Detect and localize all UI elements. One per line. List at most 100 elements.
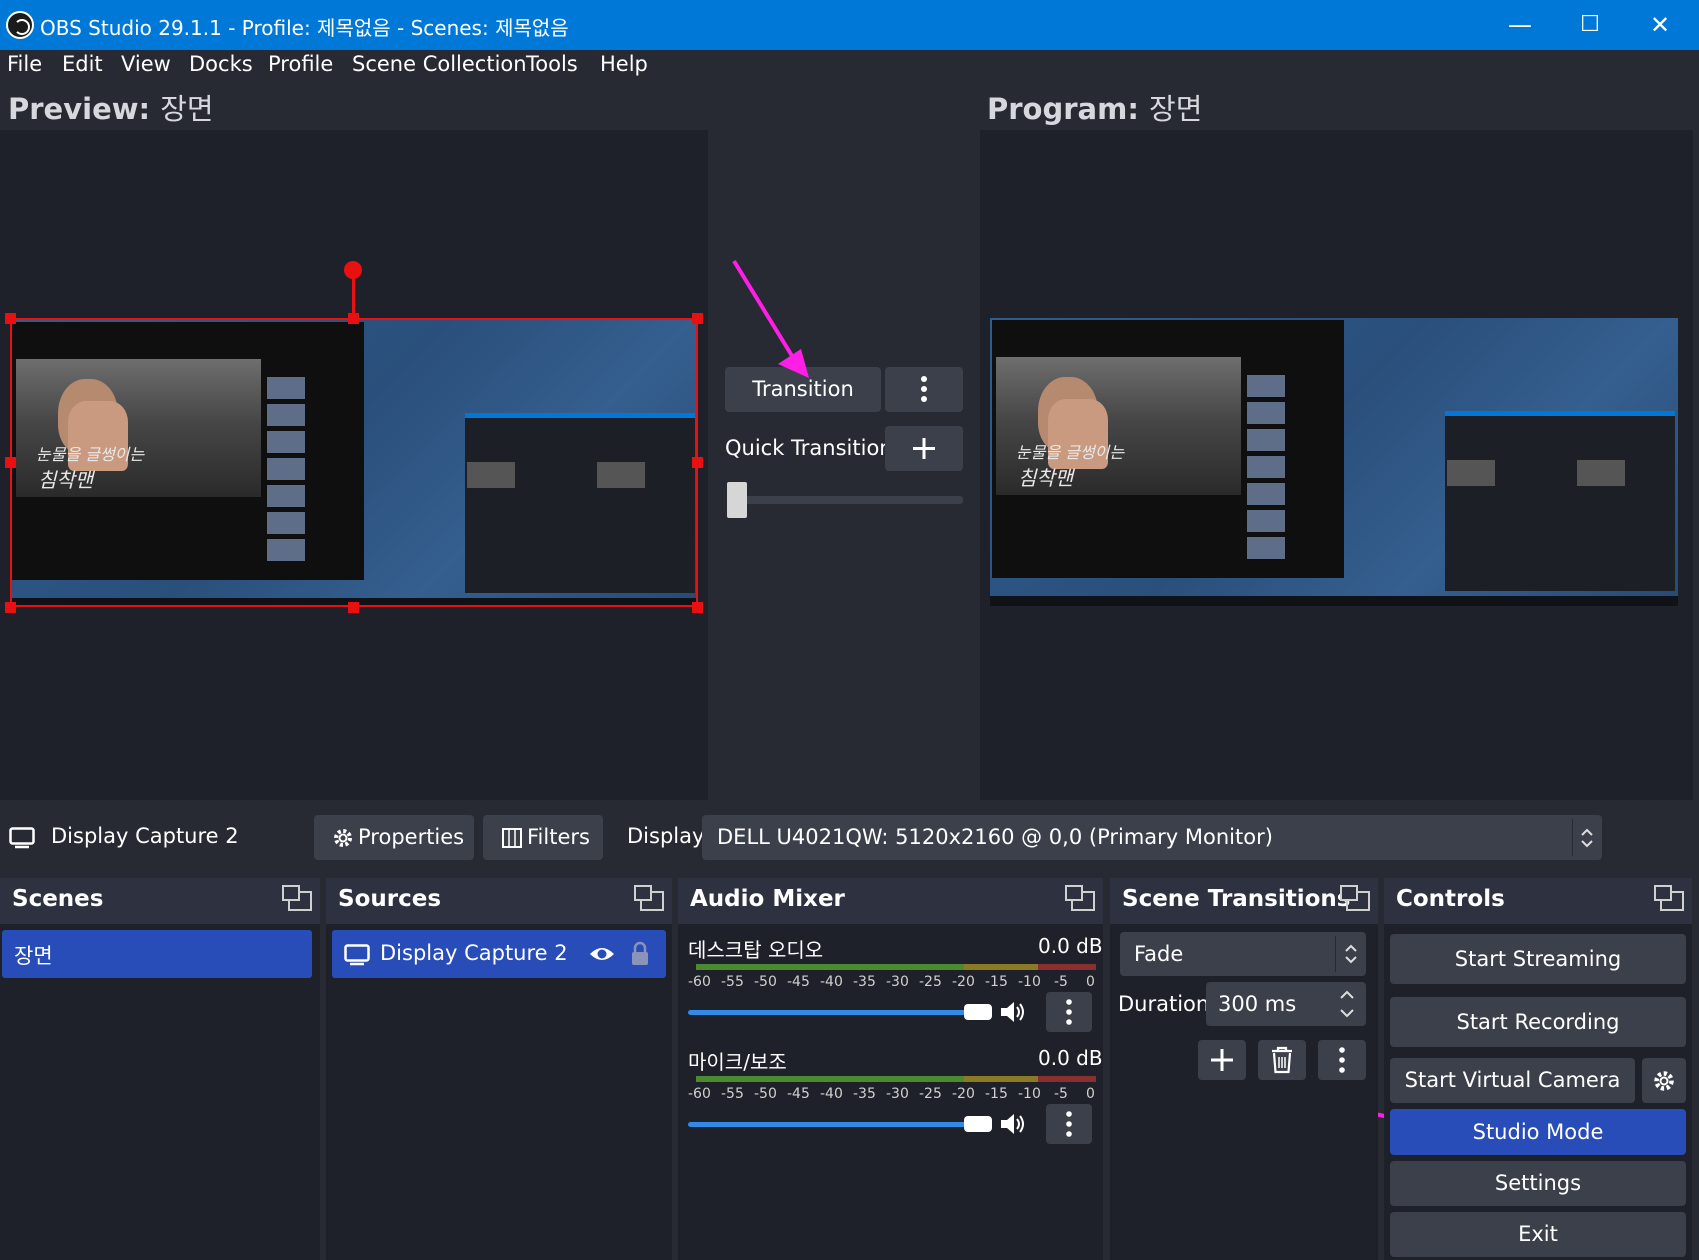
undock-icon[interactable]	[282, 885, 312, 911]
exit-button[interactable]: Exit	[1390, 1212, 1686, 1257]
transition-type-select[interactable]: Fade	[1120, 932, 1366, 976]
tick: -35	[853, 974, 876, 990]
updown-chevron-icon	[1581, 828, 1593, 848]
source-item[interactable]: Display Capture 2	[332, 930, 666, 978]
select-divider	[1335, 936, 1336, 972]
display-select-value: DELL U4021QW: 5120x2160 @ 0,0 (Primary M…	[717, 825, 1273, 849]
controls-dock: Controls Start Streaming Start Recording…	[1384, 878, 1692, 1260]
filters-label: Filters	[527, 825, 590, 849]
desktop-audio-name: 데스크탑 오디오	[688, 938, 824, 962]
sources-list: Display Capture 2	[326, 924, 672, 1260]
speaker-icon[interactable]	[998, 998, 1028, 1026]
tick: -45	[787, 974, 810, 990]
scenes-title: Scenes	[12, 886, 104, 912]
undock-icon[interactable]	[1065, 885, 1095, 911]
tick: -60	[688, 974, 711, 990]
tick: -10	[1018, 974, 1041, 990]
scene-transitions-title: Scene Transitions	[1122, 886, 1351, 912]
annotation-arrowhead-transition	[778, 349, 809, 378]
selected-source-name: Display Capture 2	[51, 824, 239, 848]
meter-green	[696, 1076, 964, 1082]
tick: -60	[688, 1086, 711, 1102]
desktop-audio-volume-slider[interactable]	[688, 1010, 968, 1015]
display-label: Display	[627, 824, 705, 848]
start-virtual-camera-button[interactable]: Start Virtual Camera	[1390, 1058, 1635, 1103]
desktop-audio-volume-knob[interactable]	[964, 1004, 992, 1020]
kebab-menu-icon	[1066, 1111, 1072, 1137]
kebab-menu-icon	[1066, 999, 1072, 1025]
spin-arrows-icon[interactable]	[1338, 988, 1356, 1020]
meter-red	[1038, 1076, 1096, 1082]
display-select[interactable]: DELL U4021QW: 5120x2160 @ 0,0 (Primary M…	[702, 815, 1602, 860]
filters-button[interactable]: Filters	[483, 815, 603, 860]
meter-yellow	[964, 1076, 1038, 1082]
duration-value: 300 ms	[1218, 992, 1297, 1016]
mic-aux-name: 마이크/보조	[688, 1050, 787, 1074]
select-divider	[1572, 819, 1573, 856]
mic-aux-volume-knob[interactable]	[964, 1116, 992, 1132]
sources-title: Sources	[338, 886, 442, 912]
speaker-icon[interactable]	[998, 1110, 1028, 1138]
undock-icon[interactable]	[634, 885, 664, 911]
tick: -45	[787, 1086, 810, 1102]
mic-aux-volume-slider[interactable]	[688, 1122, 968, 1127]
monitor-icon	[9, 827, 35, 849]
properties-button[interactable]: Properties	[314, 815, 474, 860]
annotation-arrow-transition	[732, 259, 799, 366]
start-streaming-button[interactable]: Start Streaming	[1390, 934, 1686, 984]
mic-aux-options-button[interactable]	[1046, 1104, 1092, 1144]
gear-icon	[1654, 1071, 1674, 1091]
tick: -30	[886, 974, 909, 990]
tick: -40	[820, 1086, 843, 1102]
lock-icon[interactable]	[630, 941, 650, 967]
transition-properties-button[interactable]	[1318, 1040, 1366, 1080]
source-toolbar: Display Capture 2 Properties Filters Dis…	[0, 806, 1690, 870]
scenes-dock: Scenes 장면	[0, 878, 320, 1260]
updown-chevron-icon	[1345, 944, 1357, 964]
meter-yellow	[964, 964, 1038, 970]
desktop-audio-meter	[696, 964, 1096, 971]
tick: -15	[985, 1086, 1008, 1102]
duration-spinbox[interactable]: 300 ms	[1206, 982, 1366, 1026]
tick: -35	[853, 1086, 876, 1102]
desktop-audio-db: 0.0 dB	[1038, 934, 1103, 958]
desktop-audio-options-button[interactable]	[1046, 992, 1092, 1032]
mic-aux-ticks: -60 -55 -50 -45 -40 -35 -30 -25 -20 -15 …	[688, 1086, 1098, 1108]
duration-label: Duration	[1118, 992, 1210, 1016]
remove-transition-button[interactable]	[1258, 1040, 1306, 1080]
tick: -50	[754, 1086, 777, 1102]
undock-icon[interactable]	[1340, 885, 1370, 911]
trash-icon	[1272, 1046, 1292, 1074]
tick: -25	[919, 1086, 942, 1102]
gear-icon	[334, 829, 352, 847]
scene-transitions-dock: Scene Transitions Fade Duration 300 ms	[1110, 878, 1378, 1260]
controls-title: Controls	[1396, 886, 1505, 912]
mic-aux-meter	[696, 1076, 1096, 1083]
tick: -5	[1054, 1086, 1068, 1102]
monitor-icon	[344, 944, 370, 966]
filters-icon	[502, 828, 522, 848]
kebab-menu-icon	[1339, 1047, 1345, 1073]
scene-transitions-dock-header: Scene Transitions	[1110, 878, 1378, 924]
tick: -10	[1018, 1086, 1041, 1102]
plus-icon	[1211, 1049, 1233, 1071]
tick: -15	[985, 974, 1008, 990]
tick: -20	[952, 974, 975, 990]
eye-icon[interactable]	[588, 944, 616, 964]
start-recording-button[interactable]: Start Recording	[1390, 997, 1686, 1047]
scene-item[interactable]: 장면	[2, 930, 312, 978]
studio-mode-button[interactable]: Studio Mode	[1390, 1109, 1686, 1155]
tick: -55	[721, 1086, 744, 1102]
virtual-camera-config-button[interactable]	[1642, 1058, 1686, 1103]
tick: 0	[1086, 974, 1095, 990]
mic-aux-db: 0.0 dB	[1038, 1046, 1103, 1070]
scene-transitions-body: Fade Duration 300 ms	[1110, 924, 1378, 1260]
undock-icon[interactable]	[1654, 885, 1684, 911]
sources-dock-header: Sources	[326, 878, 672, 924]
sources-dock: Sources Display Capture 2	[326, 878, 672, 1260]
add-transition-button[interactable]	[1198, 1040, 1246, 1080]
properties-label: Properties	[358, 825, 465, 849]
controls-dock-header: Controls	[1384, 878, 1692, 924]
settings-button[interactable]: Settings	[1390, 1161, 1686, 1206]
tick: -40	[820, 974, 843, 990]
